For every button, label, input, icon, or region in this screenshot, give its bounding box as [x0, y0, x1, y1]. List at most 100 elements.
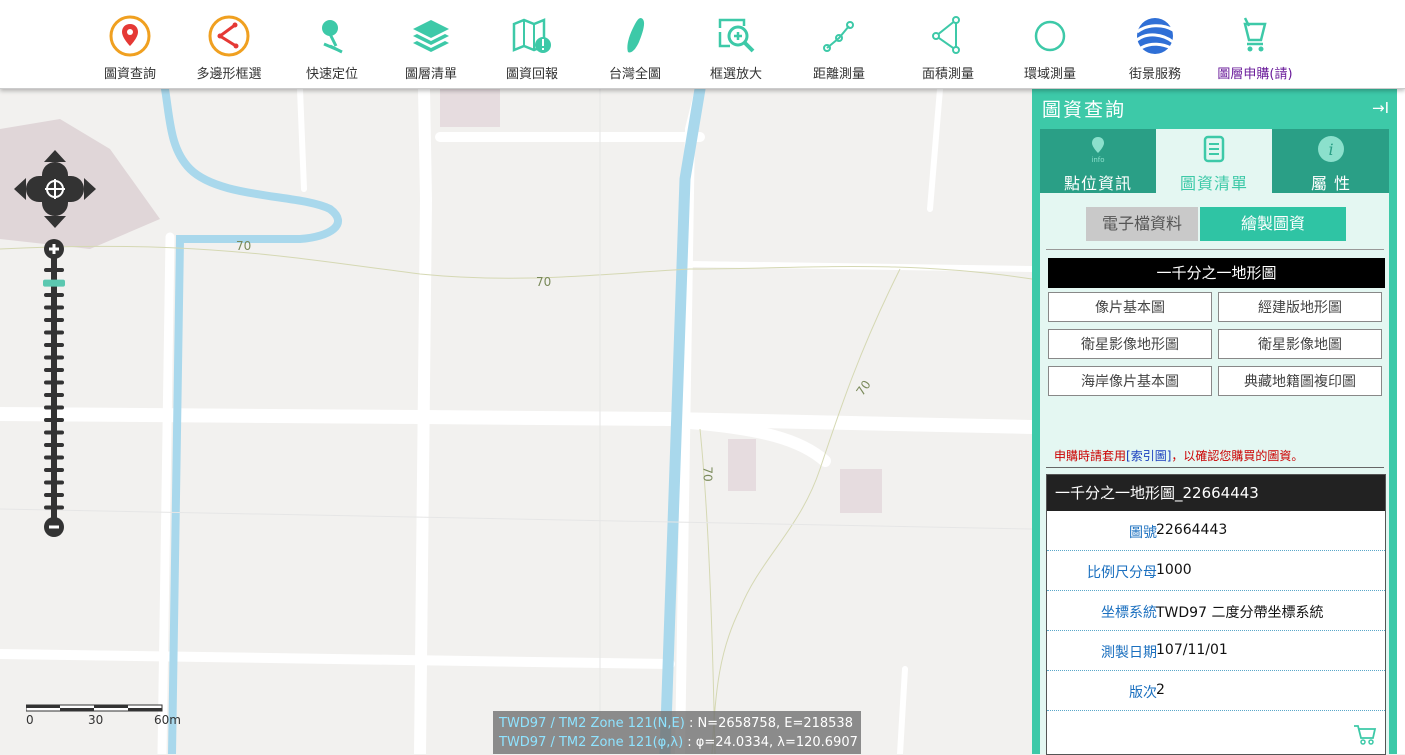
tool-polygon-select[interactable]: 多邊形框選 — [184, 6, 274, 84]
detail-key: 測製日期 — [1101, 645, 1157, 661]
option-economic-topo-map[interactable]: 經建版地形圖 — [1218, 292, 1382, 322]
tool-label: 台灣全圖 — [608, 67, 661, 82]
panel-tabs: info 點位資訊 圖資清單 i 屬 性 — [1040, 129, 1389, 193]
zoom-tick[interactable] — [44, 430, 64, 435]
tool-distance-measure[interactable]: 距離測量 — [794, 6, 884, 84]
subtab-electronic-data[interactable]: 電子檔資料 — [1086, 207, 1198, 241]
contour-label: 70 — [536, 275, 552, 289]
panel-body: info 點位資訊 圖資清單 i 屬 性 電子檔資料 繪製圖資 一千分之一地形圖… — [1040, 129, 1389, 755]
tab-label: 圖資清單 — [1179, 174, 1248, 193]
zoom-tick[interactable] — [44, 355, 64, 360]
zoom-tick[interactable] — [44, 305, 64, 310]
svg-text:info: info — [1091, 156, 1104, 164]
tool-street-view[interactable]: 街景服務 — [1110, 6, 1200, 84]
zoom-tick[interactable] — [44, 293, 64, 297]
panel-title: 圖資查詢 — [1042, 99, 1127, 121]
zoom-tick[interactable] — [44, 343, 64, 347]
map-canvas[interactable]: 70 70 70 70 — [0, 89, 1032, 754]
info-pin-icon: info — [1091, 137, 1105, 164]
distance-measure-icon — [823, 21, 854, 52]
tab-label: 屬 性 — [1310, 174, 1352, 193]
list-icon — [1203, 135, 1225, 163]
layers-icon — [413, 20, 449, 52]
collapse-icon[interactable]: →I — [1372, 99, 1389, 117]
detail-title: 一千分之一地形圖_22664443 — [1047, 475, 1385, 511]
detail-value: 2 — [1156, 682, 1165, 698]
area-measure-icon — [932, 16, 960, 54]
tool-label: 街景服務 — [1128, 67, 1181, 82]
zoom-tick[interactable] — [44, 318, 64, 322]
tool-taiwan-map[interactable]: 台灣全圖 — [590, 6, 680, 84]
coordinate-readout: TWD97 / TM2 Zone 121(N,E) : N=2658758, E… — [493, 711, 861, 754]
tool-area-measure[interactable]: 面積測量 — [903, 6, 993, 84]
tool-label: 距離測量 — [812, 67, 865, 82]
query-panel: 圖資查詢 →I info 點位資訊 圖資清單 i 屬 性 電子檔資料 繪製圖資 … — [1032, 89, 1397, 755]
coord-line1-label: TWD97 / TM2 Zone 121(N,E) — [499, 716, 685, 731]
scale-bar: 0 30 60m — [26, 703, 186, 729]
detail-key: 圖號 — [1129, 525, 1157, 541]
window-edge — [1397, 89, 1405, 754]
option-satellite-map[interactable]: 衛星影像地圖 — [1218, 329, 1382, 359]
tool-label: 面積測量 — [921, 67, 974, 82]
tool-label: 圖資查詢 — [103, 67, 156, 82]
zoom-tick[interactable] — [44, 493, 64, 497]
svg-text:i: i — [1328, 140, 1333, 159]
detail-row: 圖號 22664443 — [1047, 511, 1385, 551]
tool-layers[interactable]: 圖層清單 — [386, 6, 476, 84]
tool-map-report[interactable]: 圖資回報 — [487, 6, 577, 84]
info-icon: i — [1318, 136, 1344, 162]
option-coastal-photo-map[interactable]: 海岸像片基本圖 — [1048, 366, 1212, 396]
zoom-tick[interactable] — [44, 380, 64, 385]
option-photo-base-map[interactable]: 像片基本圖 — [1048, 292, 1212, 322]
tool-layer-purchase[interactable]: 圖層申購(請) — [1210, 6, 1300, 84]
detail-value: 1000 — [1156, 562, 1192, 578]
zoom-tick[interactable] — [44, 443, 64, 447]
tab-attributes[interactable]: i 屬 性 — [1273, 129, 1389, 193]
zoom-slider[interactable] — [43, 238, 65, 538]
index-map-link[interactable]: [索引圖] — [1126, 449, 1171, 463]
zoom-tick[interactable] — [44, 480, 64, 485]
detail-key: 版次 — [1129, 685, 1157, 701]
tool-quick-locate[interactable]: 快速定位 — [287, 6, 377, 84]
detail-row: 坐標系統 TWD97 二度分帶坐標系統 — [1047, 591, 1385, 631]
tool-map-query[interactable]: 圖資查詢 — [85, 6, 175, 84]
zoom-tick[interactable] — [44, 505, 64, 510]
zoom-tick[interactable] — [44, 393, 64, 397]
taiwan-icon — [627, 18, 645, 53]
option-archive-cadastral-map[interactable]: 典藏地籍圖複印圖 — [1218, 366, 1382, 396]
add-to-cart-icon[interactable] — [1353, 724, 1377, 746]
pan-control[interactable] — [12, 148, 98, 230]
scale-bar-graphic — [26, 704, 163, 712]
zoom-tick[interactable] — [44, 418, 64, 422]
tab-point-info[interactable]: info 點位資訊 — [1040, 129, 1156, 193]
tool-label: 環域測量 — [1023, 67, 1076, 82]
tool-buffer-measure[interactable]: 環域測量 — [1005, 6, 1095, 84]
map-type-header[interactable]: 一千分之一地形圖 — [1048, 258, 1385, 288]
zoom-tick[interactable] — [44, 330, 64, 335]
map-pin-icon — [109, 15, 151, 57]
option-satellite-topo-map[interactable]: 衛星影像地形圖 — [1048, 329, 1212, 359]
map-report-icon — [512, 18, 551, 53]
zoom-thumb[interactable] — [43, 279, 65, 287]
detail-value: 107/11/01 — [1156, 642, 1228, 658]
zoom-tick[interactable] — [44, 368, 64, 372]
tool-label: 圖層清單 — [404, 67, 457, 82]
coord-line1-value: : N=2658758, E=218538 — [684, 716, 853, 731]
note-text: 申購時請套用 — [1054, 449, 1127, 463]
subtab-drawn-maps[interactable]: 繪製圖資 — [1200, 207, 1346, 241]
zoom-tick[interactable] — [44, 468, 64, 472]
tab-map-list[interactable]: 圖資清單 — [1156, 129, 1272, 193]
detail-key: 比例尺分母 — [1087, 565, 1157, 581]
zoom-tick[interactable] — [44, 268, 64, 272]
tool-zoom-box[interactable]: 框選放大 — [691, 6, 781, 84]
detail-value: TWD97 二度分帶坐標系統 — [1156, 605, 1324, 621]
coord-line2-label: TWD97 / TM2 Zone 121(φ,λ) — [499, 735, 684, 750]
contour-label: 70 — [700, 466, 715, 482]
tool-label: 快速定位 — [305, 67, 358, 82]
scale-label: 30 — [88, 713, 104, 727]
zoom-tick[interactable] — [44, 405, 64, 410]
note-text: ，以確認您購買的圖資。 — [1171, 449, 1304, 463]
cart-icon — [1243, 17, 1267, 52]
coord-line2-value: : φ=24.0334, λ=120.6907 — [683, 735, 858, 750]
zoom-tick[interactable] — [44, 455, 64, 460]
